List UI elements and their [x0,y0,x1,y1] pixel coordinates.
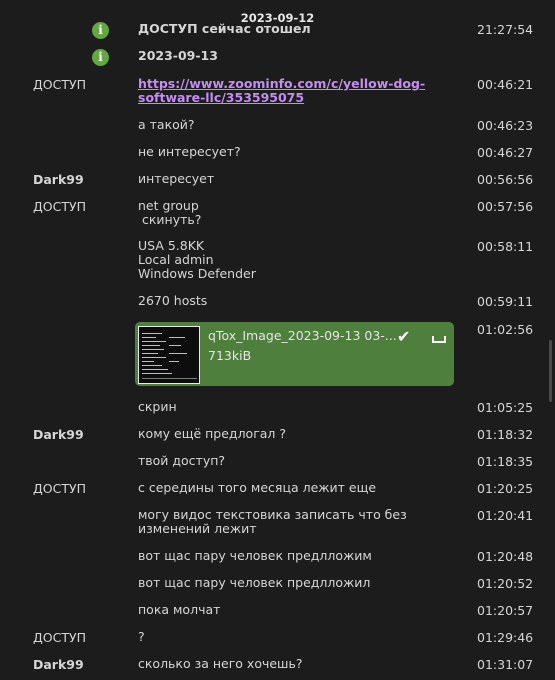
message-time: 00:46:23 [477,118,534,133]
message-time: 00:59:11 [477,294,534,309]
file-size: 713kiB [208,348,252,363]
message-sender: Dark99 [33,657,84,672]
message-sender: Dark99 [33,172,84,187]
file-transfer-card[interactable]: qTox_Image_2023-09-13 03-... 713kiB ✔ [135,322,454,386]
message-text: сколько за него хочешь? [138,656,303,671]
info-icon: i [92,49,109,66]
message-time: 01:20:25 [477,481,534,496]
message-time: 01:20:41 [477,508,534,523]
message-text: твой доступ? [138,453,226,468]
message-text: не интересует? [138,144,241,159]
message-text: 2670 hosts [138,293,208,308]
message-text: могу видос текстовика записать что без и… [138,507,407,536]
message-text: net group скинуть? [138,198,202,227]
message-text: USA 5.8KK Local admin Windows Defender [138,238,256,281]
date-marker-text: 2023-09-13 [138,48,218,63]
message-time: 01:20:52 [477,576,534,591]
message-sender: ДОСТУП [33,481,86,496]
message-text: а такой? [138,117,195,132]
message-time: 01:18:32 [477,427,534,442]
message-link[interactable]: https://www.zoominfo.com/c/yellow-dog- [138,77,458,91]
floating-date-header: 2023-09-12 [240,11,315,25]
message-time: 01:31:07 [477,657,534,672]
scrollbar-thumb[interactable] [549,340,552,402]
message-time: 00:46:21 [477,77,534,92]
message-time: 01:29:46 [477,630,534,645]
message-text: вот щас пару человек предлложим [138,548,372,563]
message-time: 01:20:57 [477,603,534,618]
message-time: 01:05:25 [477,400,534,415]
message-time: 00:46:27 [477,145,534,160]
message-sender: Dark99 [33,427,84,442]
message-sender: ДОСТУП [33,199,86,214]
file-name: qTox_Image_2023-09-13 03-... [208,328,397,343]
message-time: 00:58:11 [477,239,534,254]
message-text: скрин [138,399,177,414]
message-text: пока молчат [138,602,221,617]
message-time: 01:20:48 [477,549,534,564]
open-folder-icon[interactable] [432,336,446,343]
message-text: ? [138,629,145,644]
message-text: https://www.zoominfo.com/c/yellow-dog- s… [138,77,458,105]
checkmark-icon: ✔ [397,327,411,346]
message-time: 01:02:56 [477,322,534,337]
message-text: с середины того месяца лежит еще [138,480,377,495]
message-time: 00:57:56 [477,199,534,214]
message-link-continued[interactable]: software-llc/353595075 [138,91,458,105]
message-sender: ДОСТУП [33,630,86,645]
message-time: 01:18:35 [477,454,534,469]
message-text: интересует [138,171,215,186]
image-thumbnail[interactable] [138,326,200,384]
message-sender: ДОСТУП [33,77,86,92]
message-text: вот щас пару человек предлложил [138,575,371,590]
message-text: кому ещё предлогал ? [138,426,287,441]
message-time: 00:56:56 [477,172,534,187]
